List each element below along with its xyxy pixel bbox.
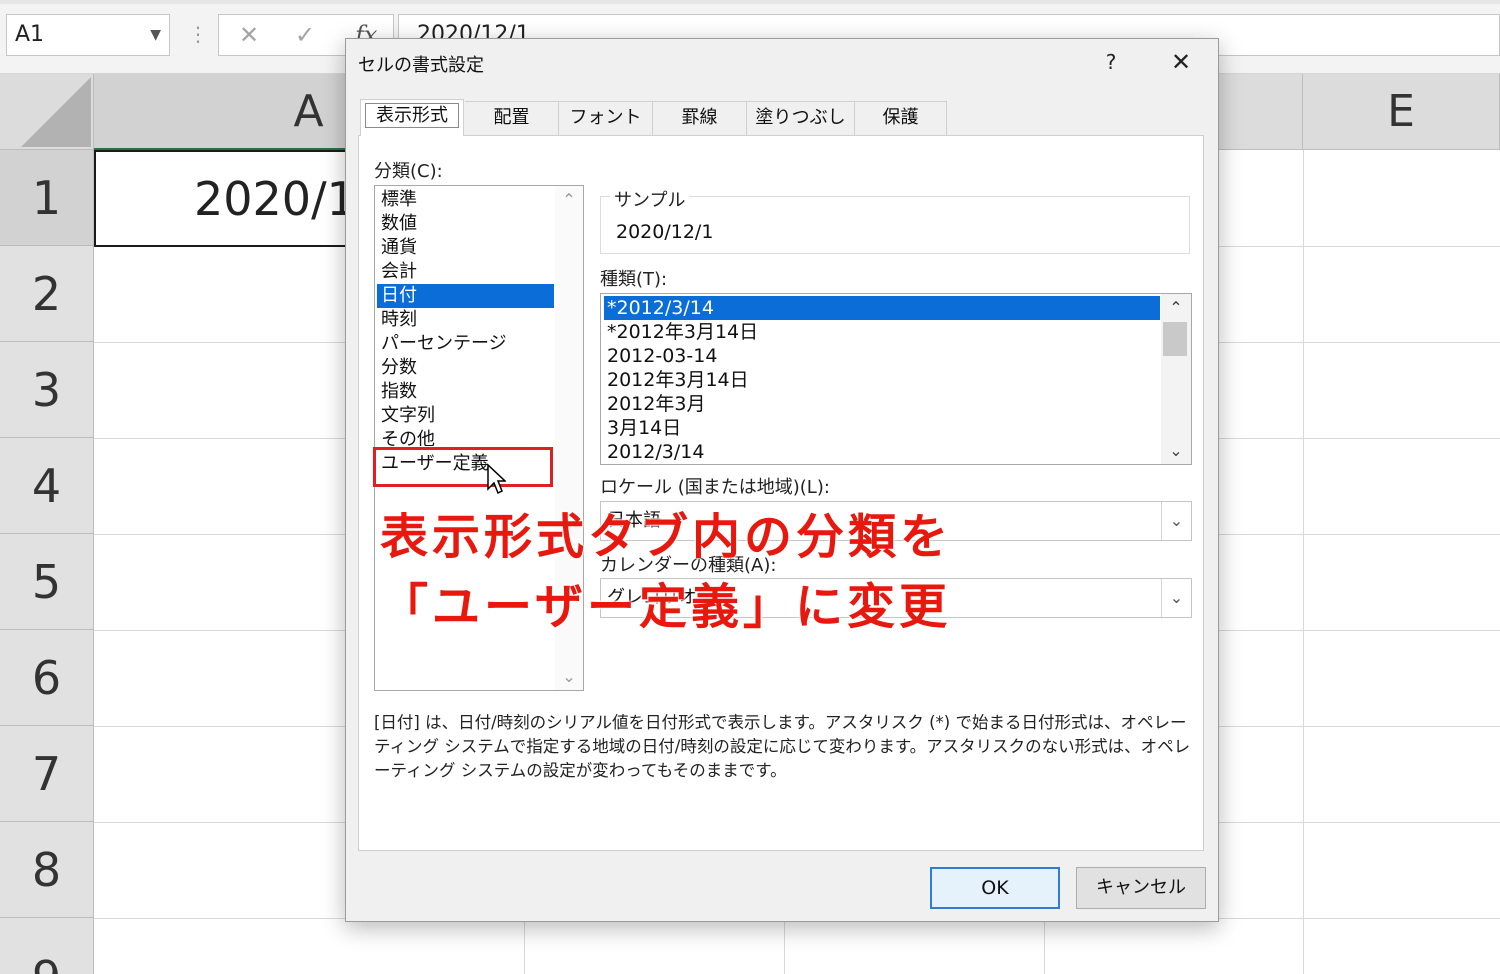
annotation-line-1: 表示形式タブ内の分類を [380, 509, 953, 565]
format-description: [日付] は、日付/時刻のシリアル値を日付形式で表示します。アスタリスク (*)… [374, 713, 1191, 780]
annotation-line-2: 「ユーザー定義」に変更 [380, 579, 952, 635]
select-all-corner[interactable] [0, 74, 94, 150]
list-item[interactable]: 標準 [377, 188, 554, 212]
list-item[interactable]: 数値 [377, 212, 554, 236]
help-icon[interactable]: ? [1096, 47, 1126, 77]
list-item-selected[interactable]: *2012/3/14 [604, 296, 1160, 320]
type-list[interactable]: *2012/3/14 *2012年3月14日 2012-03-14 2012年3… [600, 293, 1192, 465]
list-item[interactable]: 2012年3月14日 [604, 368, 1160, 392]
list-item[interactable]: 指数 [377, 380, 554, 404]
chevron-down-icon[interactable]: ▼ [150, 15, 161, 55]
close-icon[interactable]: ✕ [1164, 47, 1198, 77]
type-label: 種類(T): [600, 269, 668, 290]
list-item[interactable]: 分数 [377, 356, 554, 380]
locale-label: ロケール (国または地域)(L): [600, 477, 830, 498]
chevron-up-icon[interactable]: ⌃ [1161, 298, 1191, 317]
row-header-7[interactable]: 7 [0, 726, 94, 822]
tab-border[interactable]: 罫線 [653, 101, 747, 135]
gridline [1303, 150, 1304, 974]
column-header[interactable] [1218, 74, 1303, 150]
cancel-icon[interactable]: ✕ [239, 21, 259, 49]
ribbon-edge [0, 0, 1500, 4]
list-item[interactable]: *2012年3月14日 [604, 320, 1160, 344]
row-header-3[interactable]: 3 [0, 342, 94, 438]
name-box-value: A1 [15, 22, 45, 47]
more-vertical-icon[interactable]: ⋮ [188, 22, 208, 46]
highlight-box [373, 447, 553, 487]
mouse-pointer-icon [486, 463, 507, 499]
list-item-selected[interactable]: 日付 [377, 284, 554, 308]
chevron-down-icon[interactable]: ⌄ [555, 667, 583, 686]
annotation-caption: 表示形式タブ内の分類を 「ユーザー定義」に変更 [380, 502, 952, 642]
row-header-4[interactable]: 4 [0, 438, 94, 534]
sample-value: 2020/12/1 [616, 221, 714, 243]
row-header-1[interactable]: 1 [0, 150, 94, 246]
tab-font[interactable]: フォント [559, 101, 653, 135]
list-item[interactable]: 3月14日 [604, 416, 1160, 440]
sample-label: サンプル [610, 186, 690, 212]
list-item[interactable]: 2012年3月 [604, 392, 1160, 416]
chevron-down-icon[interactable]: ⌄ [1161, 579, 1191, 617]
list-item[interactable]: 2012/3/14 [604, 440, 1160, 464]
dialog-title: セルの書式設定 [358, 55, 484, 76]
category-label: 分類(C): [374, 161, 443, 182]
list-item[interactable]: 会計 [377, 260, 554, 284]
tab-protection[interactable]: 保護 [855, 101, 947, 135]
list-item[interactable]: 文字列 [377, 404, 554, 428]
chevron-up-icon[interactable]: ⌃ [555, 190, 583, 209]
row-header-8[interactable]: 8 [0, 822, 94, 918]
cancel-button[interactable]: キャンセル [1076, 867, 1206, 909]
row-header-2[interactable]: 2 [0, 246, 94, 342]
chevron-down-icon[interactable]: ⌄ [1161, 502, 1191, 540]
tab-alignment[interactable]: 配置 [465, 101, 559, 135]
chevron-down-icon[interactable]: ⌄ [1161, 441, 1191, 460]
list-item[interactable]: その他 [377, 428, 554, 446]
list-item[interactable]: 2012-03-14 [604, 344, 1160, 368]
list-item[interactable]: 時刻 [377, 308, 554, 332]
name-box[interactable]: A1 ▼ [6, 14, 170, 56]
ok-button[interactable]: OK [930, 867, 1060, 909]
check-icon[interactable]: ✓ [295, 21, 315, 49]
column-header-e[interactable]: E [1303, 74, 1500, 150]
scrollbar-thumb[interactable] [1163, 322, 1187, 356]
tab-fill[interactable]: 塗りつぶし [747, 101, 855, 135]
tab-label: 表示形式 [365, 103, 459, 128]
row-header-6[interactable]: 6 [0, 630, 94, 726]
list-item[interactable]: パーセンテージ [377, 332, 554, 356]
row-header-9[interactable]: 9 [0, 918, 94, 974]
tab-number[interactable]: 表示形式 [360, 99, 464, 136]
list-item[interactable]: 通貨 [377, 236, 554, 260]
row-header-5[interactable]: 5 [0, 534, 94, 630]
scrollbar[interactable]: ⌃ ⌄ [1161, 294, 1191, 464]
format-cells-dialog: セルの書式設定 ? ✕ 表示形式 配置 フォント 罫線 塗りつぶし 保護 分類(… [345, 38, 1219, 922]
